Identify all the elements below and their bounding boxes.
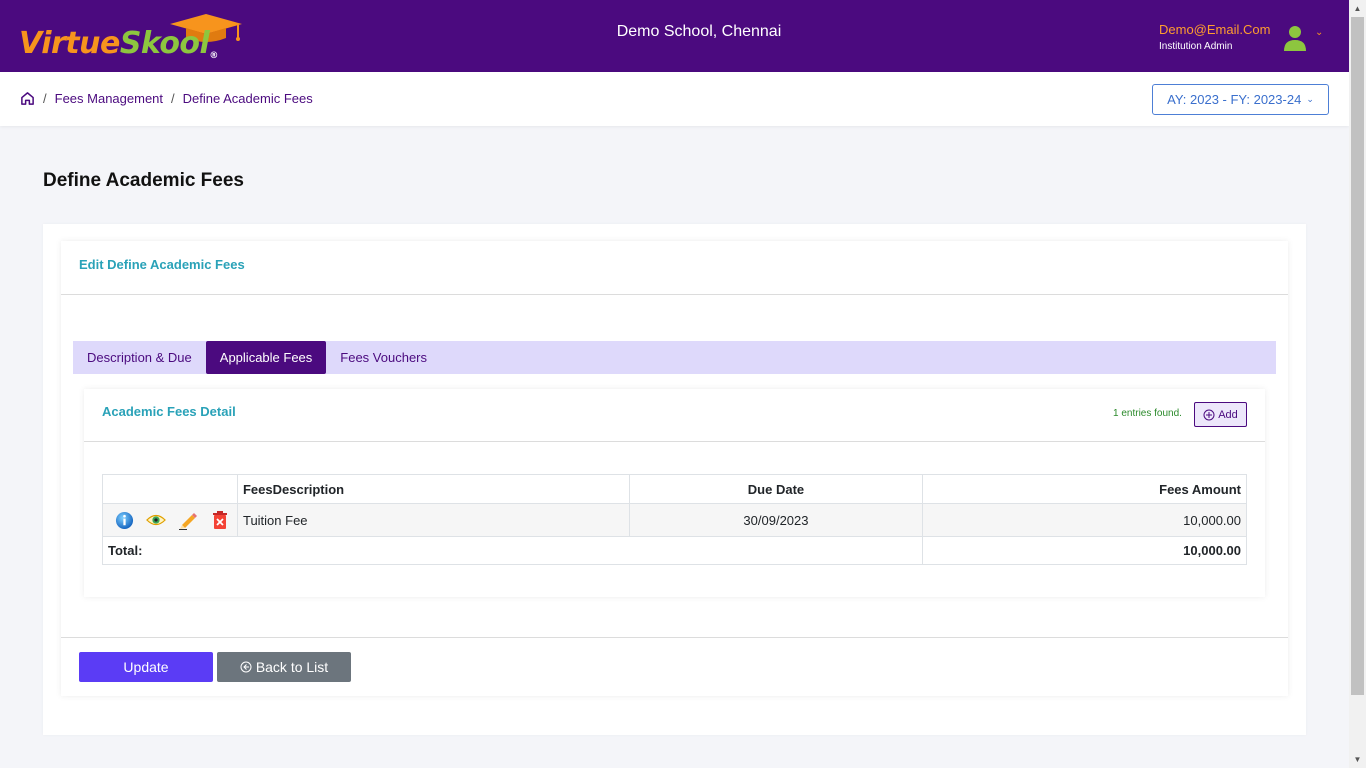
academic-year-selector[interactable]: AY: 2023 - FY: 2023-24 ⌄ [1152, 84, 1329, 115]
breadcrumb-separator: / [171, 91, 175, 106]
home-icon[interactable] [20, 91, 35, 106]
breadcrumb-bar: / Fees Management / Define Academic Fees… [0, 72, 1349, 126]
divider [84, 441, 1265, 442]
user-email[interactable]: Demo@Email.Com [1159, 22, 1270, 37]
user-role: Institution Admin [1159, 41, 1233, 52]
table-header-row: FeesDescription Due Date Fees Amount [102, 474, 1247, 504]
academic-year-label: AY: 2023 - FY: 2023-24 [1167, 92, 1302, 107]
row-actions [102, 503, 238, 537]
breadcrumb: / Fees Management / Define Academic Fees [20, 91, 313, 106]
scroll-down-arrow-icon[interactable]: ▼ [1349, 751, 1366, 768]
divider [61, 637, 1288, 638]
tab-bar: Description & Due Applicable Fees Fees V… [73, 341, 1276, 374]
card-title: Edit Define Academic Fees [79, 257, 245, 272]
registered-mark: ® [209, 51, 218, 61]
scroll-thumb[interactable] [1351, 17, 1364, 695]
top-header: VirtueSkool® Demo School, Chennai Demo@E… [0, 0, 1349, 72]
scrollbar[interactable]: ▲ ▼ [1349, 0, 1366, 768]
cell-fees-amount: 10,000.00 [922, 503, 1247, 537]
tab-fees-vouchers[interactable]: Fees Vouchers [326, 341, 441, 374]
cell-fees-description: Tuition Fee [236, 503, 630, 537]
column-header-fees-amount: Fees Amount [922, 474, 1247, 504]
column-header-fees-description: FeesDescription [236, 474, 630, 504]
info-icon[interactable] [114, 510, 134, 530]
add-label: Add [1218, 408, 1238, 421]
table-row: Tuition Fee 30/09/2023 10,000.00 [102, 503, 1247, 537]
entries-count: 1 entries found. [1113, 408, 1182, 419]
edit-icon[interactable] [178, 510, 198, 530]
arrow-left-circle-icon [240, 661, 252, 673]
column-header-due-date: Due Date [628, 474, 924, 504]
view-icon[interactable] [146, 510, 166, 530]
chevron-down-icon: ⌄ [1306, 94, 1314, 104]
chevron-down-icon[interactable]: ⌄ [1315, 27, 1323, 38]
tab-applicable-fees[interactable]: Applicable Fees [205, 341, 327, 374]
breadcrumb-separator: / [43, 91, 47, 106]
tab-description-due[interactable]: Description & Due [73, 341, 206, 374]
user-icon[interactable] [1283, 25, 1307, 52]
breadcrumb-fees-management[interactable]: Fees Management [55, 91, 163, 106]
add-button[interactable]: Add [1194, 402, 1247, 427]
scroll-up-arrow-icon[interactable]: ▲ [1349, 0, 1366, 17]
total-label: Total: [101, 536, 924, 565]
fees-table: FeesDescription Due Date Fees Amount Tui… [101, 474, 1247, 565]
total-value: 10,000.00 [922, 536, 1247, 565]
detail-title: Academic Fees Detail [102, 404, 236, 419]
divider [61, 294, 1288, 295]
total-row: Total: 10,000.00 [101, 536, 1247, 565]
delete-icon[interactable] [210, 510, 230, 530]
cell-due-date: 30/09/2023 [628, 503, 924, 537]
column-header-actions [102, 474, 238, 504]
breadcrumb-define-academic-fees: Define Academic Fees [182, 91, 313, 106]
plus-circle-icon [1203, 409, 1215, 420]
update-button[interactable]: Update [79, 652, 213, 682]
page-title: Define Academic Fees [43, 170, 244, 191]
back-to-list-button[interactable]: Back to List [217, 652, 351, 682]
back-to-list-label: Back to List [255, 659, 329, 675]
